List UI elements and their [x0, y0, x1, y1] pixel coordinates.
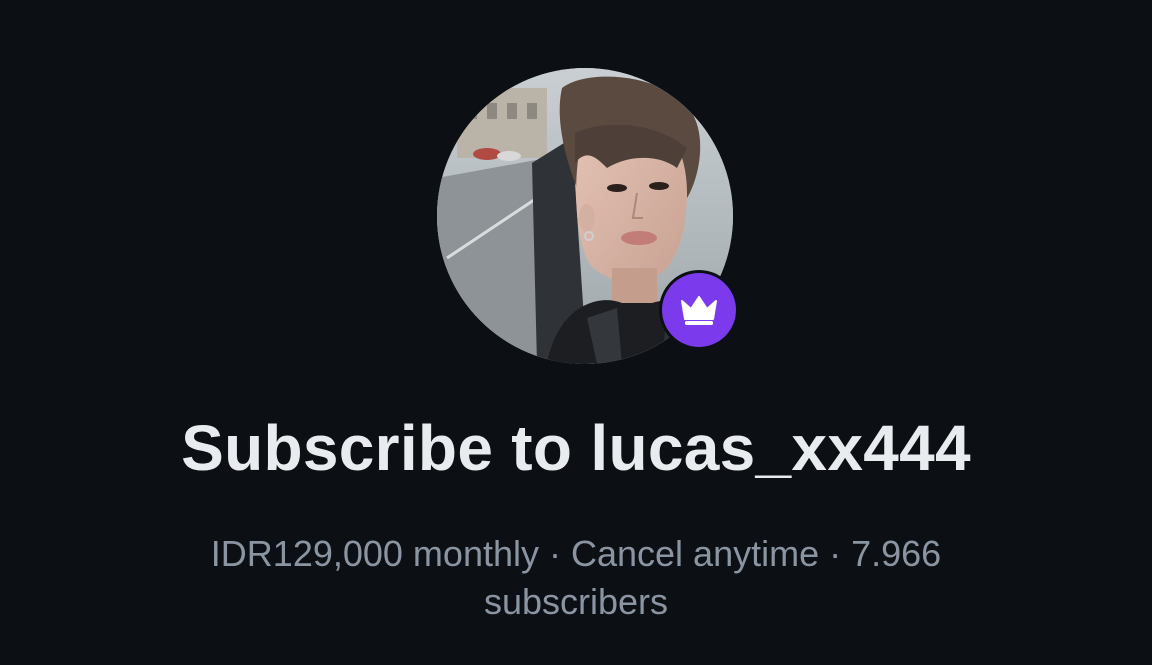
subscriber-count: 7.966 [851, 533, 942, 574]
separator: · [819, 533, 852, 574]
cancel-text: Cancel anytime [570, 533, 820, 574]
crown-icon [681, 296, 717, 325]
avatar-container [437, 68, 736, 364]
subscriber-label: subscribers [483, 581, 669, 622]
subscription-details: IDR129,000 monthly · Cancel anytime · 7.… [120, 530, 1032, 626]
subscribe-page: Subscribe to lucas_xx444 IDR129,000 mont… [0, 0, 1152, 665]
separator: · [538, 533, 571, 574]
premium-badge [662, 273, 736, 347]
price-text: IDR129,000 monthly [210, 533, 539, 574]
page-title: Subscribe to lucas_xx444 [181, 412, 971, 484]
